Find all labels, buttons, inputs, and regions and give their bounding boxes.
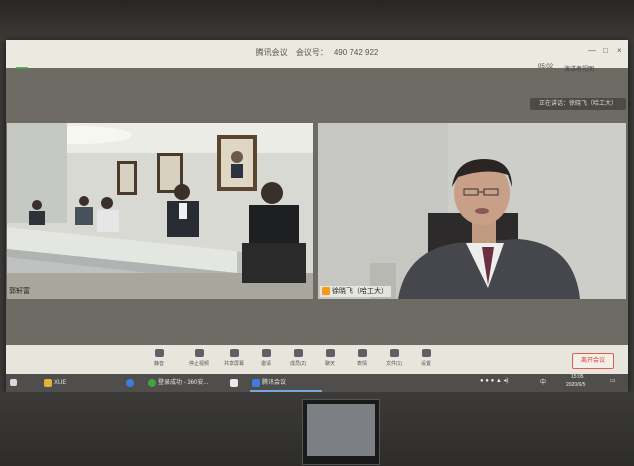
settings-icon (421, 349, 431, 357)
screen-share-icon (229, 349, 239, 357)
start-button[interactable] (8, 376, 18, 390)
app-title: 腾讯会议 (255, 48, 288, 57)
stop-video-label: 停止视频 (188, 361, 209, 367)
meeting-title-bar: 腾讯会议 会议号： 490 742 922 — □ × 05:02 演讲者视图 (6, 40, 628, 73)
tray-icons[interactable]: ● ● ● ▲ ◂) (480, 377, 509, 384)
speaker-video (318, 123, 626, 299)
minimize-button[interactable]: — (588, 46, 596, 55)
share-screen-button[interactable]: 共享屏幕 (221, 349, 247, 367)
members-icon (293, 349, 303, 357)
tencent-meeting-icon (252, 379, 260, 387)
meeting-title: 腾讯会议 会议号： 490 742 922 (6, 47, 628, 58)
chat-label: 聊天 (324, 361, 335, 367)
mic-status-icon (322, 287, 330, 296)
laptop-screen (307, 404, 375, 456)
conference-room-video (7, 123, 313, 299)
taskbar-item-label: 登录成功 - 360安... (158, 380, 209, 386)
clock-date: 2020/6/5 (566, 382, 586, 388)
speaking-indicator: 正在讲话：徐晓飞（哈工大） (530, 98, 626, 110)
close-button[interactable]: × (617, 46, 622, 55)
taskbar-item-label: 腾讯会议 (262, 380, 287, 386)
file-icon (389, 349, 399, 357)
clock-time: 15:05 (571, 374, 584, 380)
participant-video-right[interactable]: 徐晓飞（哈工大） (318, 123, 626, 299)
participant-name-tag-right: 徐晓飞（哈工大） (320, 286, 391, 297)
edge-browser-icon (126, 379, 134, 387)
mic-icon (154, 349, 164, 357)
browser-360-icon (148, 379, 156, 387)
projected-screen: 腾讯会议 会议号： 490 742 922 — □ × 05:02 演讲者视图 正… (6, 40, 628, 392)
emoji-icon (357, 349, 367, 357)
emoji-label: 表情 (356, 361, 367, 367)
leave-meeting-button[interactable]: 离开会议 (572, 353, 614, 369)
participant-video-left[interactable]: 郭轩富 (7, 123, 313, 299)
emoji-button[interactable]: 表情 (349, 349, 375, 367)
meeting-id-label: 会议号： (295, 48, 328, 57)
share-screen-label: 共享屏幕 (223, 361, 244, 367)
settings-button[interactable]: 设置 (413, 349, 439, 367)
windows-taskbar: XUE 登录成功 - 360安... 腾讯会议 ● ● ● ▲ ◂) 中 15:… (6, 374, 628, 392)
maximize-button[interactable]: □ (603, 46, 608, 55)
windows-logo-icon (10, 379, 17, 386)
stop-video-button[interactable]: 停止视频 (186, 349, 212, 367)
chat-button[interactable]: 聊天 (317, 349, 343, 367)
taskbar-item-tencent-meeting[interactable]: 腾讯会议 (250, 376, 322, 392)
participant-name-left: 郭轩富 (9, 288, 30, 295)
laptop (302, 399, 380, 465)
invite-button[interactable]: 邀请 (253, 349, 279, 367)
members-button[interactable]: 成员(2) (285, 349, 311, 367)
meeting-duration: 05:02 (538, 64, 554, 70)
chat-icon (325, 349, 335, 357)
camera-icon (194, 349, 204, 357)
notification-icon[interactable]: ▭ (610, 377, 616, 384)
ime-indicator[interactable]: 中 (540, 377, 546, 386)
room-wall-top (0, 0, 634, 42)
meeting-id: 490 742 922 (333, 48, 379, 57)
participant-name-tag-left: 郭轩富 (7, 286, 33, 297)
members-label: 成员(2) (289, 361, 307, 367)
mute-button[interactable]: 静音 (146, 349, 172, 367)
mute-label: 静音 (153, 361, 164, 367)
taskbar-item-label: XUE (54, 380, 67, 386)
taskbar-item-document[interactable] (228, 376, 238, 390)
file-label: 文件(1) (385, 361, 403, 367)
taskbar-item-browser-edge[interactable] (124, 376, 134, 390)
taskbar-item-folder[interactable]: XUE (42, 376, 66, 390)
network-signal-icon (16, 62, 28, 69)
settings-label: 设置 (420, 361, 431, 367)
folder-icon (44, 379, 52, 387)
meeting-toolbar: 静音 停止视频 共享屏幕 邀请 成员(2) 聊天 表情 文件(1) 设置 离开会… (6, 345, 628, 375)
invite-icon (261, 349, 271, 357)
participant-name-right: 徐晓飞（哈工大） (332, 288, 388, 295)
file-button[interactable]: 文件(1) (381, 349, 407, 367)
invite-label: 邀请 (260, 361, 271, 367)
taskbar-item-360[interactable]: 登录成功 - 360安... (146, 376, 208, 390)
speaker-view-button[interactable]: 演讲者视图 (564, 64, 594, 73)
document-icon (230, 379, 238, 387)
